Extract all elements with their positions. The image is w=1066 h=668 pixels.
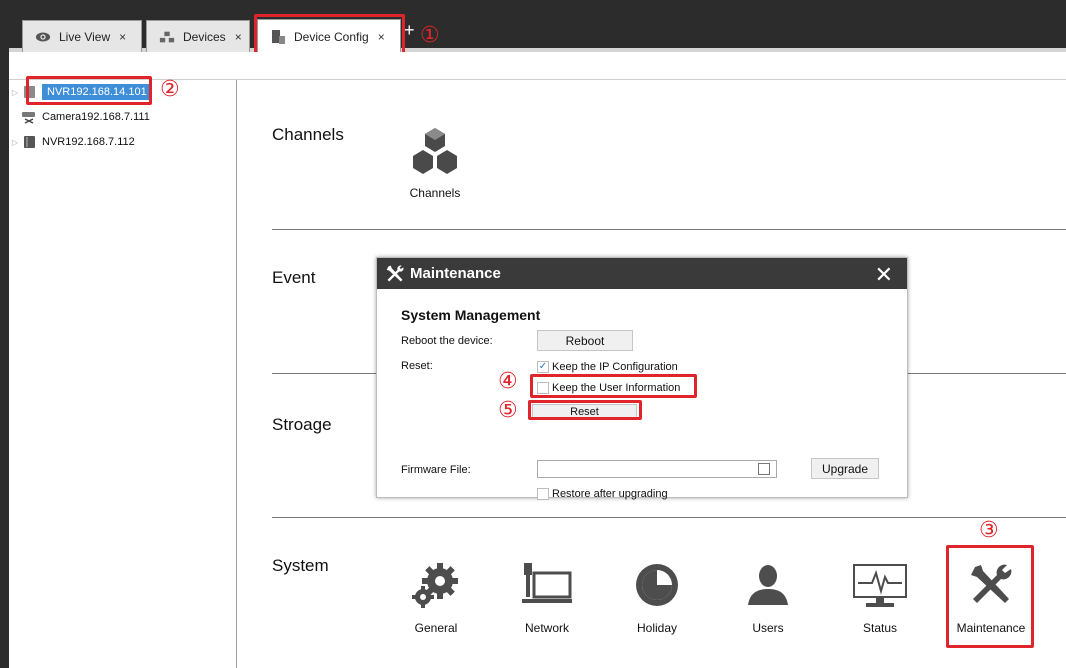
highlight-box — [530, 374, 697, 398]
user-icon — [720, 555, 816, 615]
tab-label: Devices — [183, 29, 226, 44]
tree-item-camera-7-111[interactable]: Camera192.168.7.111 — [9, 107, 150, 127]
section-title-event: Event — [272, 268, 316, 287]
toolbar — [9, 52, 1066, 80]
config-item-label: Users — [752, 621, 784, 635]
config-item-general[interactable]: General — [388, 555, 484, 635]
section-title-storage: Stroage — [272, 415, 332, 434]
window-frame — [0, 0, 9, 668]
reset-label: Reset: — [401, 360, 433, 372]
section-divider — [272, 229, 1066, 230]
config-item-label: General — [414, 621, 458, 635]
restore-after-option[interactable]: Restore after upgrading — [537, 486, 668, 502]
network-icon — [499, 555, 595, 615]
eye-icon — [35, 30, 51, 44]
section-divider — [272, 517, 1066, 518]
config-item-users[interactable]: Users — [720, 555, 816, 635]
highlight-box — [26, 76, 152, 105]
tab-close-button[interactable]: × — [119, 30, 126, 44]
firmware-file-input[interactable] — [537, 460, 777, 478]
tab-live-view[interactable]: Live View × — [22, 20, 142, 52]
annotation-marker: ② — [160, 77, 180, 102]
expand-arrow-icon[interactable]: ▷ — [9, 88, 21, 97]
dialog-header: Maintenance ✕ — [377, 258, 907, 289]
close-icon[interactable]: ✕ — [875, 262, 893, 288]
browse-file-icon[interactable] — [758, 463, 770, 475]
restore-after-label: Restore after upgrading — [552, 488, 668, 500]
keep-ip-label: Keep the IP Configuration — [552, 361, 678, 373]
add-tab-button[interactable]: + — [404, 20, 415, 40]
tools-icon — [385, 264, 405, 284]
annotation-marker: ① — [420, 23, 440, 48]
tab-devices[interactable]: Devices × — [146, 20, 250, 52]
config-item-label: Channels — [409, 186, 461, 200]
keep-ip-option[interactable]: ✓ Keep the IP Configuration — [537, 359, 678, 375]
app-window: Live View × Devices × Device Config × + … — [0, 0, 1066, 668]
restore-after-checkbox[interactable] — [537, 488, 549, 500]
annotation-marker: ④ — [498, 369, 518, 394]
expand-arrow-icon[interactable]: ▷ — [9, 138, 21, 147]
upgrade-button[interactable]: Upgrade — [811, 458, 879, 479]
channels-icon — [387, 120, 483, 180]
reboot-button[interactable]: Reboot — [537, 330, 633, 351]
reboot-label: Reboot the device: — [401, 335, 493, 347]
config-item-label: Network — [524, 621, 569, 635]
highlight-box — [528, 400, 642, 420]
gears-icon — [388, 555, 484, 615]
dialog-heading: System Management — [401, 307, 541, 323]
section-title-system: System — [272, 556, 329, 575]
camera-icon — [21, 110, 37, 124]
highlight-box — [946, 545, 1034, 648]
devices-icon — [159, 30, 175, 44]
nvr-icon — [21, 135, 37, 149]
annotation-marker: ⑤ — [498, 398, 518, 423]
tree-item-nvr-7-112[interactable]: ▷ NVR192.168.7.112 — [9, 132, 135, 152]
config-item-network[interactable]: Network — [499, 555, 595, 635]
config-item-label: Holiday — [636, 621, 678, 635]
dialog-title: Maintenance — [410, 265, 501, 282]
holiday-icon — [609, 555, 705, 615]
tab-label: Live View — [59, 29, 111, 44]
keep-ip-checkbox[interactable]: ✓ — [537, 361, 549, 373]
config-item-status[interactable]: Status — [832, 555, 928, 635]
tree-item-label: NVR192.168.7.112 — [42, 136, 135, 148]
device-tree: ▷ NVR192.168.14.101 Camera192.168.7.111 … — [9, 80, 237, 668]
config-item-holiday[interactable]: Holiday — [609, 555, 705, 635]
status-monitor-icon — [832, 555, 928, 615]
tree-item-label: Camera192.168.7.111 — [42, 111, 150, 123]
firmware-label: Firmware File: — [401, 464, 471, 476]
config-item-label: Status — [862, 621, 898, 635]
config-item-channels[interactable]: Channels — [387, 120, 483, 200]
section-title-channels: Channels — [272, 125, 344, 144]
annotation-marker: ③ — [979, 518, 999, 543]
tab-close-button[interactable]: × — [235, 30, 242, 44]
